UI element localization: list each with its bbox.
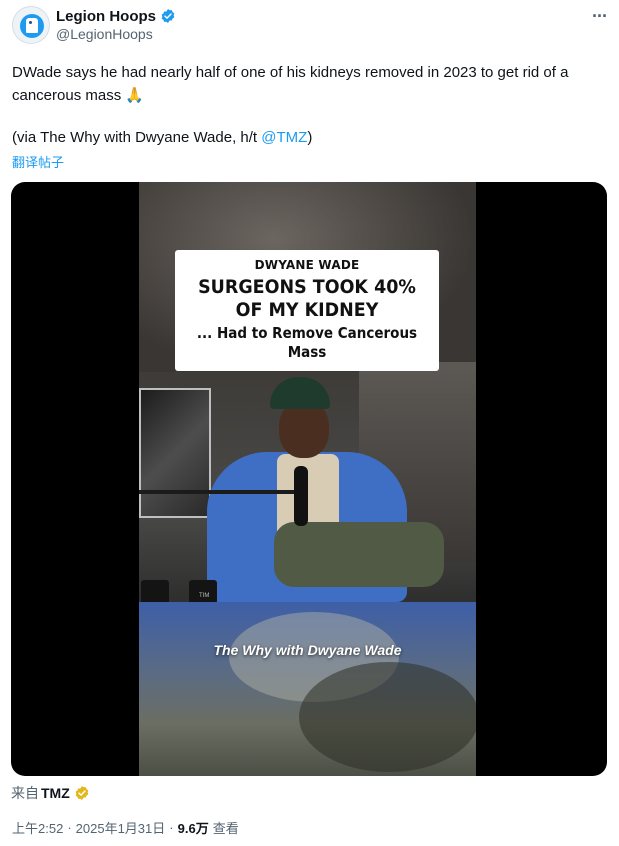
- praying-hands-icon: 🙏: [125, 87, 145, 104]
- headline-line-2: OF MY KIDNEY: [235, 299, 379, 321]
- tweet-meta: 上午2:52 · 2025年1月31日 · 9.6万 查看: [12, 818, 239, 836]
- video-frame[interactable]: TIM DWYANE WADE SURGEONS TOOK 40% OF MY …: [139, 182, 476, 776]
- gold-verified-badge-icon: [75, 786, 89, 800]
- source-attribution[interactable]: 来自 TMZ: [11, 783, 90, 803]
- tweet-body: DWade says he had nearly half of one of …: [12, 64, 569, 104]
- source-prefix: 来自: [11, 785, 39, 801]
- post-time[interactable]: 上午2:52: [12, 818, 63, 837]
- via-prefix: (via The Why with Dwyane Wade, h/t: [12, 129, 262, 146]
- verified-badge-icon: [161, 9, 175, 23]
- video-caption: The Why with Dwyane Wade: [213, 642, 402, 658]
- headline-main: SURGEONS TOOK 40% OF MY KIDNEY: [186, 276, 429, 322]
- headline-card: DWYANE WADE SURGEONS TOOK 40% OF MY KIDN…: [175, 250, 439, 371]
- avatar[interactable]: [12, 6, 50, 44]
- headline-kicker: DWYANE WADE: [254, 258, 360, 272]
- author-handle[interactable]: @LegionHoops: [56, 26, 153, 42]
- meta-separator: ·: [67, 819, 72, 835]
- views-count: 9.6万: [177, 820, 209, 836]
- views-label: 查看: [212, 820, 239, 836]
- author-name-row[interactable]: Legion Hoops: [56, 7, 176, 25]
- via-line: (via The Why with Dwyane Wade, h/t @TMZ): [12, 129, 312, 146]
- display-name[interactable]: Legion Hoops: [56, 8, 156, 25]
- mugs: [139, 580, 239, 604]
- mention-link[interactable]: @TMZ: [261, 129, 307, 146]
- mug-label: TIM: [199, 593, 210, 599]
- microphone-icon: [294, 466, 308, 526]
- person-cap: [270, 377, 330, 409]
- background-window: [139, 388, 211, 518]
- headline-sub-line-2: Mass: [287, 343, 327, 361]
- mic-arm: [139, 490, 299, 494]
- headline-line-1: SURGEONS TOOK 40%: [198, 276, 416, 298]
- video-media[interactable]: TIM DWYANE WADE SURGEONS TOOK 40% OF MY …: [11, 182, 607, 776]
- translate-post-link[interactable]: 翻译帖子: [12, 152, 64, 171]
- tweet-header: Legion Hoops @LegionHoops ···: [12, 6, 608, 46]
- blurred-lower-frame: [139, 602, 476, 776]
- source-name[interactable]: TMZ: [41, 785, 70, 801]
- headline-sub: ... Had to Remove Cancerous Mass: [188, 324, 426, 362]
- tweet-text: DWade says he had nearly half of one of …: [12, 61, 610, 107]
- post-date[interactable]: 2025年1月31日: [76, 818, 166, 837]
- more-options-icon[interactable]: ···: [592, 6, 608, 27]
- via-suffix: ): [307, 129, 313, 146]
- meta-separator: ·: [169, 819, 174, 835]
- headline-sub-line-1: ... Had to Remove Cancerous: [196, 324, 418, 342]
